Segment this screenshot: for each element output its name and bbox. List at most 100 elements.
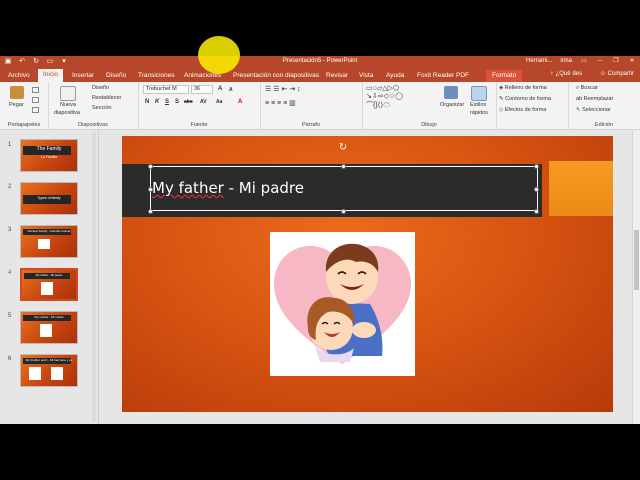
ribbon-options-icon[interactable]: ▭ [580, 57, 588, 66]
shadow-button[interactable]: S [175, 99, 179, 105]
thumb-number-2: 2 [8, 184, 12, 190]
thumb-picture [40, 324, 52, 337]
cut-icon[interactable] [32, 87, 39, 93]
underline-button[interactable]: S [165, 99, 169, 105]
new-slide-icon[interactable] [60, 86, 76, 101]
minimize-button[interactable]: – [596, 57, 604, 66]
replace-button[interactable]: ab Reemplazar [576, 96, 613, 102]
tell-me-search[interactable]: ♀ ¿Qué des [549, 71, 582, 77]
ribbon: Pegar Portapapeles Nueva diapositiva Dis… [0, 82, 640, 130]
tab-foxit[interactable]: Foxit Reader PDF [417, 70, 469, 82]
tab-revisar[interactable]: Revisar [326, 70, 348, 82]
thumb-picture [41, 282, 53, 295]
slide-title-text[interactable]: My father - Mi padre [152, 179, 304, 197]
italic-button[interactable]: K [155, 99, 159, 105]
format-painter-icon[interactable] [32, 107, 39, 113]
bullets-icon[interactable]: ☰ ☰ ⇤ ⇥ ↕ [265, 85, 301, 93]
copy-icon[interactable] [32, 97, 39, 103]
quick-styles-label-1[interactable]: Estilos [470, 102, 486, 108]
shape-outline-label: Contorno de forma [505, 96, 551, 102]
maximize-button[interactable]: ❐ [612, 57, 620, 66]
scrollbar-thumb[interactable] [634, 230, 639, 290]
new-slide-label-1[interactable]: Nueva [60, 102, 76, 108]
share-label: Compartir [607, 71, 634, 77]
tab-vista[interactable]: Vista [359, 70, 373, 82]
section-button[interactable]: Sección [92, 105, 112, 111]
shape-effects-button[interactable]: ◇ Efectos de forma [499, 107, 546, 113]
paste-icon[interactable] [10, 86, 24, 99]
share-button[interactable]: ☺ Compartir [600, 71, 634, 77]
group-shape-format: ◈ Relleno de forma ✎ Contorno de forma ◇… [496, 82, 569, 129]
group-label-paragraph: Párrafo [301, 122, 321, 128]
thumb-title: My mother - Mi madre [34, 315, 64, 319]
slide-thumbnail-4[interactable]: My father - Mi padre [20, 268, 78, 301]
tab-archivo[interactable]: Archivo [8, 70, 30, 82]
slide-scrollbar[interactable] [632, 130, 640, 424]
char-spacing-button[interactable]: AV [200, 99, 207, 105]
change-case-button[interactable]: Aa [216, 99, 222, 105]
thumbnail-scrollbar[interactable] [92, 132, 96, 422]
quick-styles-label-2[interactable]: rápidos [470, 110, 488, 116]
shape-effects-label: Efectos de forma [504, 107, 547, 113]
user-name[interactable]: irma [560, 57, 572, 66]
shrink-font-button[interactable]: A [229, 87, 233, 93]
group-editing: ⌕ Buscar ab Reemplazar ↖ Seleccionar Edi… [568, 82, 640, 129]
select-button[interactable]: ↖ Seleccionar [576, 107, 611, 113]
resize-handle[interactable] [534, 209, 539, 214]
resize-handle[interactable] [534, 164, 539, 169]
rotate-handle-icon[interactable]: ↻ [338, 143, 348, 153]
person-icon: ☺ [599, 71, 608, 77]
resize-handle[interactable] [148, 209, 153, 214]
shape-fill-button[interactable]: ◈ Relleno de forma [499, 85, 547, 91]
shapes-gallery[interactable]: ▭○▱△▷⬠ ↘⇩⇨◇☆◯ ⌒{}⟨⟩☁ [366, 84, 403, 110]
thumb-number-1: 1 [8, 142, 12, 148]
find-button[interactable]: ⌕ Buscar [576, 85, 598, 92]
tab-diseno[interactable]: Diseño [106, 70, 126, 82]
shape-outline-button[interactable]: ✎ Contorno de forma [499, 96, 551, 102]
slide-thumbnail-3[interactable]: Nuclear Family - Familia nuclear [20, 225, 78, 258]
arrange-label[interactable]: Organizar [440, 102, 464, 108]
reset-button[interactable]: Restablecer [92, 95, 121, 101]
grow-font-button[interactable]: A [218, 86, 222, 92]
quick-styles-icon[interactable] [471, 86, 487, 101]
title-bar: ▣ ↶ ↻ ▭ ▾ Presentación5 - PowerPoint Her… [0, 56, 640, 67]
strikethrough-button[interactable]: abc [184, 99, 193, 105]
resize-handle[interactable] [534, 187, 539, 192]
replace-icon: ab [576, 96, 584, 102]
tab-inicio[interactable]: Inicio [38, 69, 64, 82]
bold-button[interactable]: N [145, 99, 149, 105]
tab-transiciones[interactable]: Transiciones [138, 70, 175, 82]
slide-thumbnail-2[interactable]: Types of family [20, 182, 78, 215]
thumb-title: The Family [36, 146, 62, 152]
font-name-select[interactable]: Trebuchet M [143, 85, 189, 94]
close-button[interactable]: ✕ [628, 57, 636, 66]
shape-fill-label: Relleno de forma [504, 85, 547, 91]
font-color-button[interactable]: A [238, 99, 242, 105]
slide-thumbnail-1[interactable]: The Family La Familia [20, 139, 78, 172]
tab-formato[interactable]: Formato [486, 70, 523, 82]
resize-handle[interactable] [341, 164, 346, 169]
group-slides: Nueva diapositiva Diseño Restablecer Sec… [48, 82, 139, 129]
group-clipboard: Pegar Portapapeles [0, 82, 49, 129]
new-slide-label-2[interactable]: diapositiva [54, 110, 80, 116]
accent-rectangle[interactable] [549, 161, 613, 216]
father-daughter-picture[interactable] [270, 232, 415, 376]
paste-label[interactable]: Pegar [9, 102, 24, 108]
slide-canvas[interactable]: ↻ My father - Mi padre [122, 136, 613, 412]
slide-thumbnail-6[interactable]: My brother and I - Mi hermano y yo [20, 354, 78, 387]
tab-ayuda[interactable]: Ayuda [386, 70, 404, 82]
ribbon-tabs: Archivo Inicio Insertar Diseño Transicio… [0, 67, 640, 82]
resize-handle[interactable] [341, 209, 346, 214]
resize-handle[interactable] [148, 164, 153, 169]
thumb-title: Types of family [37, 196, 61, 200]
align-icons[interactable]: ≡ ≡ ≡ ≡ ▥ [265, 99, 296, 107]
tab-insertar[interactable]: Insertar [72, 70, 94, 82]
slide-thumbnail-5[interactable]: My mother - Mi madre [20, 311, 78, 344]
font-size-select[interactable]: 36 [191, 85, 213, 94]
arrange-icon[interactable] [444, 86, 458, 99]
tab-presentacion[interactable]: Presentación con diapositivas [233, 70, 319, 82]
select-label: Seleccionar [582, 107, 611, 113]
cursor-highlight [198, 36, 240, 74]
layout-button[interactable]: Diseño [92, 85, 109, 91]
tell-me-label: ¿Qué des [555, 71, 582, 77]
